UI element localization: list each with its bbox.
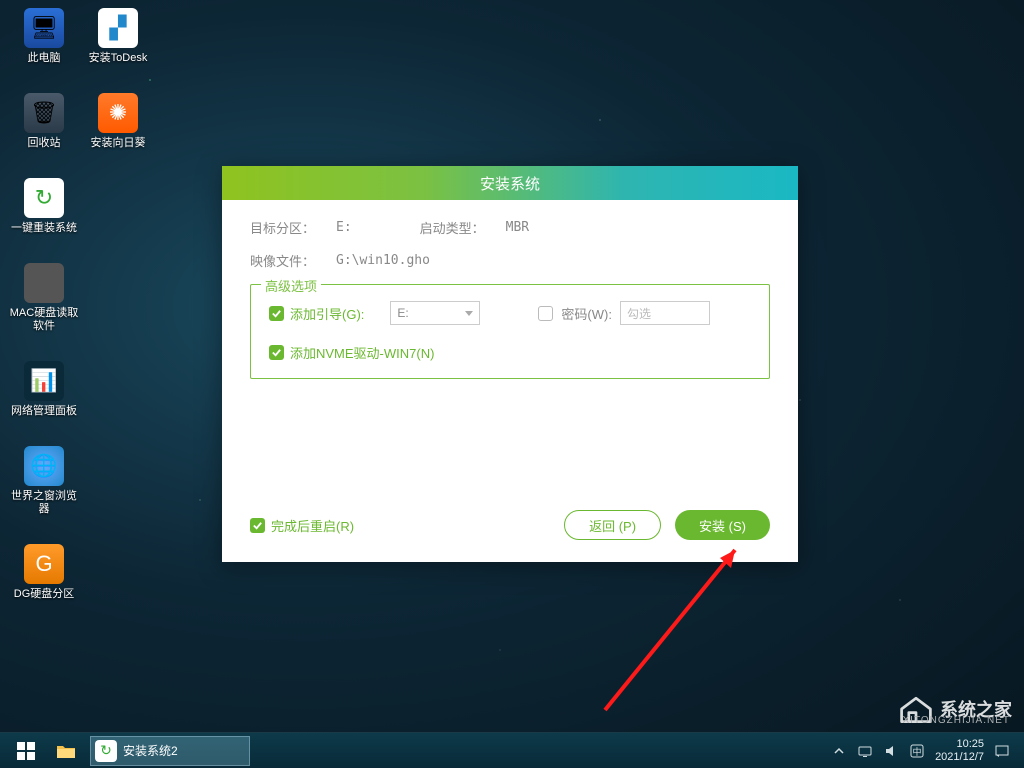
app-icon: 🖥 <box>24 8 64 48</box>
add-boot-label: 添加引导(G): <box>290 304 364 323</box>
desktop-icon[interactable]: 🌐 世界之窗浏览器 <box>8 446 80 516</box>
app-icon: ▞ <box>98 8 138 48</box>
app-icon: 🌐 <box>24 446 64 486</box>
desktop: 🖥 此电脑 🗑 回收站 ↻ 一键重装系统 MAC硬盘读取软件 📊 网络管理面板 🌐 世界之窗浏览器 G… <box>0 0 1024 768</box>
advanced-options-group: 高级选项 添加引导(G): E: 密码(W): 勾选 <box>250 284 770 379</box>
checkbox-empty-icon <box>538 306 553 321</box>
app-icon <box>24 263 64 303</box>
desktop-icon-label: 回收站 <box>28 137 61 150</box>
desktop-icon[interactable]: 📊 网络管理面板 <box>8 361 80 418</box>
desktop-icon[interactable]: 🖥 此电脑 <box>8 8 80 65</box>
target-partition-label: 目标分区： <box>250 218 328 237</box>
desktop-icon[interactable]: MAC硬盘读取软件 <box>8 263 80 333</box>
app-icon: ↻ <box>95 740 117 762</box>
install-button[interactable]: 安装 (S) <box>675 510 770 540</box>
password-input[interactable]: 勾选 <box>620 301 710 325</box>
desktop-icon-label: DG硬盘分区 <box>14 588 75 601</box>
watermark: 系统之家 XITONGZHIJIA.NET <box>898 694 1012 724</box>
image-file-value: G:\win10.gho <box>336 253 430 268</box>
taskbar-app-install[interactable]: ↻ 安装系统2 <box>90 736 250 766</box>
volume-icon[interactable] <box>883 743 899 759</box>
boot-drive-select[interactable]: E: <box>390 301 480 325</box>
dialog-title: 安装系统 <box>222 166 798 200</box>
clock[interactable]: 10:25 2021/12/7 <box>935 738 984 764</box>
boot-drive-value: E: <box>397 306 408 320</box>
image-file-label: 映像文件： <box>250 251 328 270</box>
check-icon <box>269 306 284 321</box>
network-icon[interactable] <box>857 743 873 759</box>
boot-type-label: 启动类型： <box>420 218 498 237</box>
restart-label: 完成后重启(R) <box>271 516 354 535</box>
password-checkbox[interactable] <box>538 306 553 321</box>
svg-text:中: 中 <box>913 746 922 757</box>
app-icon: 📊 <box>24 361 64 401</box>
password-placeholder: 勾选 <box>627 305 651 322</box>
annotation-arrow <box>575 540 775 740</box>
back-button[interactable]: 返回 (P) <box>564 510 661 540</box>
desktop-icon-label: 世界之窗浏览器 <box>8 490 80 516</box>
desktop-icon-label: 安装ToDesk <box>89 52 148 65</box>
taskbar-app-label: 安装系统2 <box>123 742 178 759</box>
clock-date: 2021/12/7 <box>935 751 984 764</box>
system-tray: 中 10:25 2021/12/7 <box>831 738 1018 764</box>
target-partition-value: E: <box>336 220 352 235</box>
desktop-icon[interactable]: ▞ 安装ToDesk <box>82 8 154 65</box>
chevron-down-icon <box>465 311 473 316</box>
add-nvme-checkbox[interactable]: 添加NVME驱动-WIN7(N) <box>269 343 434 362</box>
notifications-icon[interactable] <box>994 743 1010 759</box>
app-icon: G <box>24 544 64 584</box>
app-icon: 🗑 <box>24 93 64 133</box>
desktop-icon[interactable]: ✺ 安装向日葵 <box>82 93 154 150</box>
add-boot-checkbox[interactable]: 添加引导(G): <box>269 304 364 323</box>
desktop-icon[interactable]: ↻ 一键重装系统 <box>8 178 80 235</box>
watermark-sub: XITONGZHIJIA.NET <box>903 715 1011 726</box>
taskbar: ↻ 安装系统2 中 10:25 2021/12/7 <box>0 732 1024 768</box>
file-explorer-button[interactable] <box>46 735 86 767</box>
desktop-icon-label: 此电脑 <box>28 52 61 65</box>
advanced-legend: 高级选项 <box>261 276 321 295</box>
ime-icon[interactable]: 中 <box>909 743 925 759</box>
add-nvme-label: 添加NVME驱动-WIN7(N) <box>290 343 434 362</box>
start-button[interactable] <box>6 735 46 767</box>
folder-icon <box>56 743 76 759</box>
desktop-icon-label: MAC硬盘读取软件 <box>8 307 80 333</box>
boot-type-value: MBR <box>506 220 529 235</box>
install-dialog: 安装系统 目标分区： E: 启动类型： MBR 映像文件： G:\win10.g… <box>222 166 798 562</box>
desktop-icon[interactable]: 🗑 回收站 <box>8 93 80 150</box>
check-icon <box>250 518 265 533</box>
restart-checkbox[interactable]: 完成后重启(R) <box>250 516 354 535</box>
desktop-icon[interactable]: G DG硬盘分区 <box>8 544 80 601</box>
desktop-icon-label: 一键重装系统 <box>11 222 77 235</box>
app-icon: ✺ <box>98 93 138 133</box>
clock-time: 10:25 <box>935 738 984 751</box>
desktop-icon-label: 网络管理面板 <box>11 405 77 418</box>
password-label: 密码(W): <box>561 304 612 323</box>
check-icon <box>269 345 284 360</box>
app-icon: ↻ <box>24 178 64 218</box>
desktop-icon-label: 安装向日葵 <box>91 137 146 150</box>
windows-icon <box>17 742 35 760</box>
tray-up-icon[interactable] <box>831 743 847 759</box>
